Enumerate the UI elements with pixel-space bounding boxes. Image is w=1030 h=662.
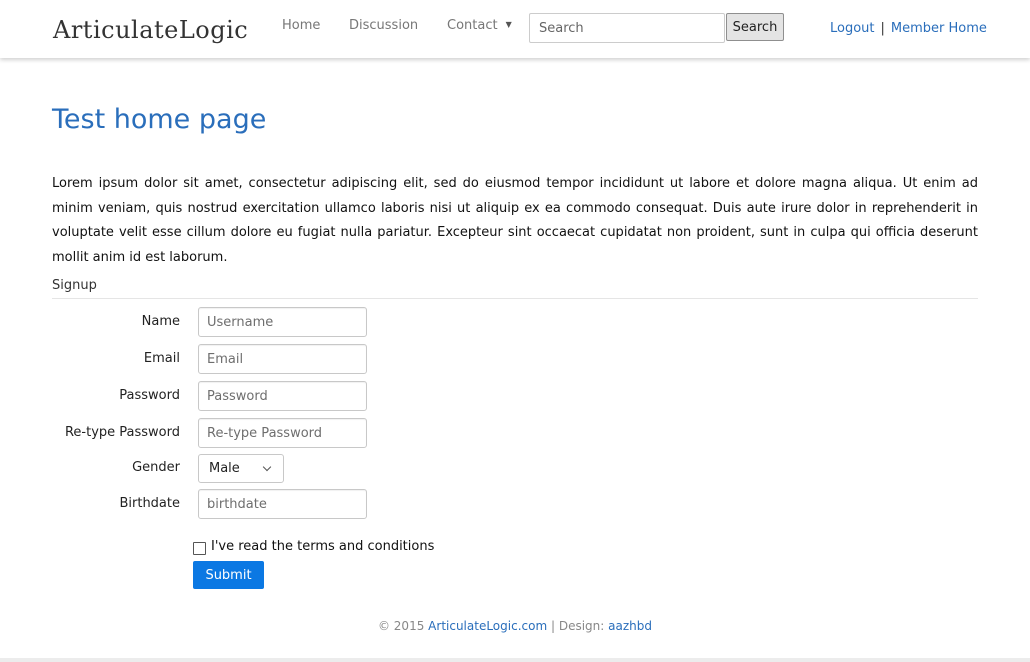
password-field[interactable] xyxy=(198,381,367,411)
footer-site-link[interactable]: ArticulateLogic.com xyxy=(428,619,547,633)
gender-selected-value: Male xyxy=(209,461,240,476)
footer: © 2015 ArticulateLogic.com | Design: aaz… xyxy=(0,619,1030,633)
footer-designer-link[interactable]: aazhbd xyxy=(608,619,652,633)
gender-label: Gender xyxy=(132,460,180,475)
member-home-link[interactable]: Member Home xyxy=(891,21,987,36)
top-navbar: ArticulateLogic Home Discussion Contact ▼… xyxy=(0,0,1030,58)
nav-home-link[interactable]: Home xyxy=(282,18,320,33)
page-title: Test home page xyxy=(52,104,267,135)
submit-button[interactable]: Submit xyxy=(193,561,264,589)
terms-checkbox[interactable] xyxy=(193,542,206,555)
password-label: Password xyxy=(119,388,180,403)
signup-legend: Signup xyxy=(52,278,97,293)
search-button[interactable]: Search xyxy=(726,13,784,41)
username-field[interactable] xyxy=(198,307,367,337)
retype-password-label: Re-type Password xyxy=(64,425,180,440)
name-label: Name xyxy=(141,314,180,329)
nav-contact-label: Contact xyxy=(447,18,498,33)
terms-label[interactable]: I've read the terms and conditions xyxy=(211,539,434,554)
search-input[interactable] xyxy=(529,13,725,43)
page-bottom-edge xyxy=(0,658,1030,662)
birthdate-label: Birthdate xyxy=(119,496,180,511)
footer-design-prefix: | Design: xyxy=(550,619,605,633)
logout-link[interactable]: Logout xyxy=(830,21,875,36)
email-field[interactable] xyxy=(198,344,367,374)
link-separator: | xyxy=(880,21,885,36)
retype-password-field[interactable] xyxy=(198,418,367,448)
brand-logo[interactable]: ArticulateLogic xyxy=(53,14,248,46)
chevron-down-icon xyxy=(262,462,272,472)
user-links: Logout | Member Home xyxy=(830,21,987,36)
email-label: Email xyxy=(143,351,180,366)
legend-divider xyxy=(52,298,978,299)
birthdate-field[interactable] xyxy=(198,489,367,519)
gender-select[interactable]: Male xyxy=(198,454,284,483)
caret-down-icon: ▼ xyxy=(505,20,512,29)
nav-contact-dropdown[interactable]: Contact ▼ xyxy=(447,18,512,33)
nav-discussion-link[interactable]: Discussion xyxy=(349,18,418,33)
intro-paragraph: Lorem ipsum dolor sit amet, consectetur … xyxy=(52,176,978,265)
footer-copyright: © 2015 xyxy=(377,619,425,633)
